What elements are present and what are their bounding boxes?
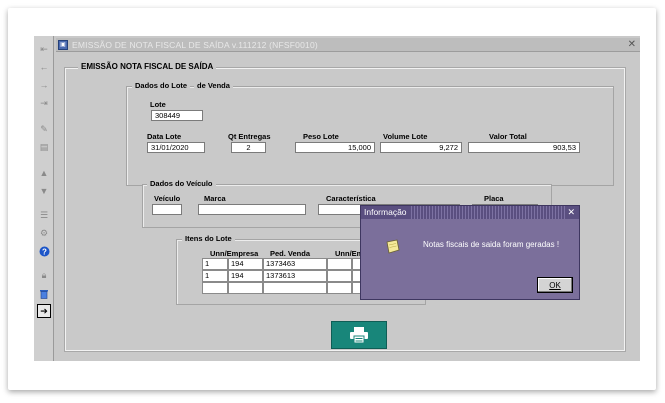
placa-label: Placa (484, 194, 504, 203)
table-cell[interactable]: 1 (202, 258, 228, 270)
volume-lote-field[interactable]: 9,272 (380, 142, 462, 153)
trash-icon[interactable] (37, 286, 51, 300)
tools-icon[interactable]: ⚙ (37, 226, 51, 240)
up-icon[interactable]: ▲ (37, 166, 51, 180)
table-cell[interactable] (228, 282, 263, 294)
lote-group-title-suffix: de Venda (194, 81, 233, 90)
data-lote-label: Data Lote (147, 132, 182, 141)
dialog-message: Notas fiscais de saida foram geradas ! (423, 240, 560, 249)
lote-group-title-part1: Dados do Lote (135, 81, 188, 90)
qt-entregas-field[interactable]: 2 (231, 142, 266, 153)
down-icon[interactable]: ▼ (37, 184, 51, 198)
last-record-icon[interactable]: ⇥ (37, 96, 51, 110)
print-button[interactable] (331, 321, 387, 349)
panel-title: EMISSÃO NOTA FISCAL DE SAÍDA (78, 62, 217, 71)
dialog-title: Informação (361, 206, 410, 219)
window-title: EMISSÃO DE NOTA FISCAL DE SAÍDA v.111212… (72, 39, 318, 50)
document-icon[interactable]: ▤ (37, 140, 51, 154)
first-record-icon[interactable]: ⇤ (37, 42, 51, 56)
table-cell[interactable]: 1373613 (263, 270, 327, 282)
table-cell[interactable]: 1 (202, 270, 228, 282)
main-window: ▣ EMISSÃO DE NOTA FISCAL DE SAÍDA v.1112… (56, 38, 640, 361)
exit-icon[interactable]: ➔ (37, 304, 51, 318)
info-dialog: Informação ✕ Notas fiscais de saida fora… (360, 205, 580, 300)
veiculo-label: Veículo (154, 194, 181, 203)
data-lote-field[interactable]: 31/01/2020 (147, 142, 205, 153)
window-icon: ▣ (58, 39, 68, 50)
previous-record-icon[interactable]: ← (37, 60, 51, 74)
edit-icon[interactable]: ✎ (37, 122, 51, 136)
volume-lote-label: Volume Lote (383, 132, 428, 141)
caracteristica-label: Característica (326, 194, 376, 203)
note-icon (386, 239, 400, 254)
peso-lote-label: Peso Lote (303, 132, 339, 141)
dialog-close-icon[interactable]: ✕ (565, 206, 577, 219)
peso-lote-field[interactable]: 15,000 (295, 142, 375, 153)
left-toolbar: ⇤ ← → ⇥ ✎ ▤ ▲ ▼ ☰ ⚙ ? 🔒︎ ➔ (34, 36, 54, 361)
lote-label: Lote (150, 100, 166, 109)
lote-field[interactable]: 308449 (151, 110, 203, 121)
screenshot-frame: ⇤ ← → ⇥ ✎ ▤ ▲ ▼ ☰ ⚙ ? 🔒︎ ➔ ▣ EMISSÃO DE … (8, 8, 656, 390)
valor-total-label: Valor Total (489, 132, 527, 141)
window-titlebar: ▣ EMISSÃO DE NOTA FISCAL DE SAÍDA v.1112… (56, 38, 640, 52)
lote-group (126, 86, 614, 186)
list-icon[interactable]: ☰ (37, 208, 51, 222)
ok-button[interactable]: OK (537, 277, 573, 293)
valor-total-field[interactable]: 903,53 (468, 142, 580, 153)
table-cell[interactable] (327, 270, 352, 282)
veiculo-group-title: Dados do Veículo (147, 179, 216, 188)
table-cell[interactable] (327, 258, 352, 270)
marca-label: Marca (204, 194, 226, 203)
help-icon[interactable]: ? (37, 244, 51, 258)
printer-icon (350, 327, 368, 344)
lote-group-title: Dados do Lote (132, 81, 191, 90)
qt-entregas-label: Qt Entregas (228, 132, 271, 141)
lock-icon[interactable]: 🔒︎ (37, 268, 51, 282)
table-cell[interactable] (263, 282, 327, 294)
itens-group-title: Itens do Lote (182, 234, 235, 243)
table-cell[interactable] (202, 282, 228, 294)
app-screen: ⇤ ← → ⇥ ✎ ▤ ▲ ▼ ☰ ⚙ ? 🔒︎ ➔ ▣ EMISSÃO DE … (34, 36, 640, 361)
next-record-icon[interactable]: → (37, 78, 51, 92)
table-cell[interactable]: 194 (228, 258, 263, 270)
veiculo-field[interactable] (152, 204, 182, 215)
table-cell[interactable] (327, 282, 352, 294)
close-window-icon[interactable]: ✕ (628, 39, 636, 50)
ok-button-label: OK (549, 280, 561, 290)
marca-field[interactable] (198, 204, 306, 215)
col-ped-venda: Ped. Venda (270, 249, 311, 258)
svg-text:?: ? (42, 247, 47, 256)
col-unn-empresa: Unn/Empresa (210, 249, 259, 258)
table-cell[interactable]: 1373463 (263, 258, 327, 270)
table-cell[interactable]: 194 (228, 270, 263, 282)
